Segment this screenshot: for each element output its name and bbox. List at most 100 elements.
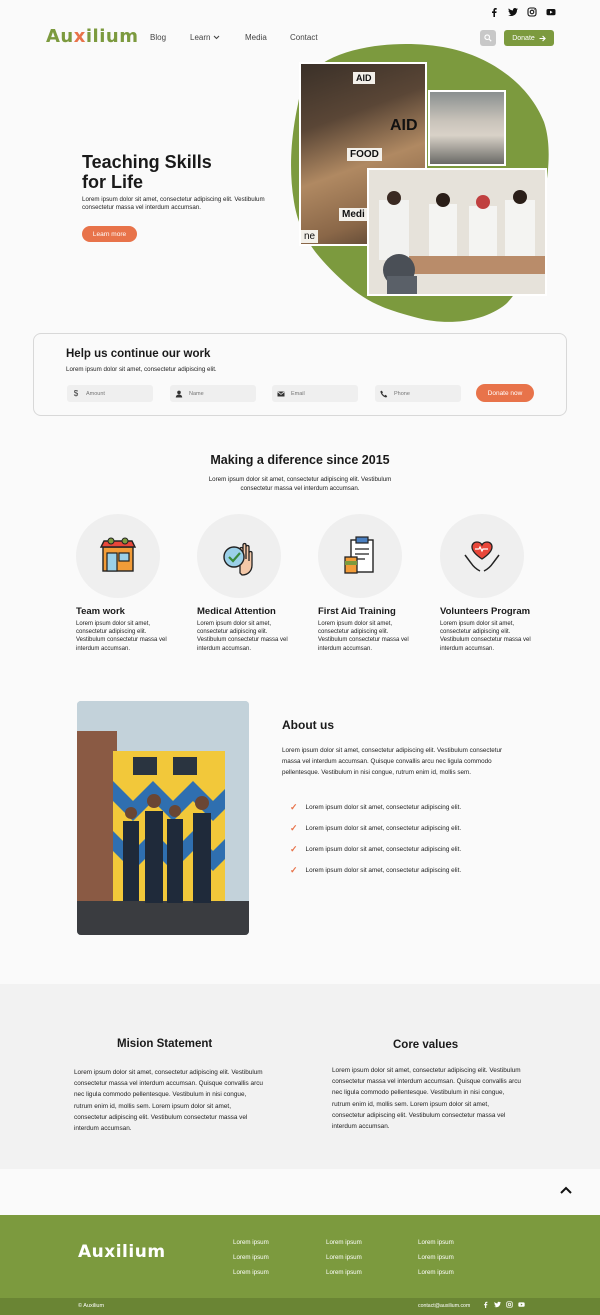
search-icon — [484, 34, 492, 42]
about-photo-ambulance-team — [77, 701, 249, 935]
logo-part: ilium — [115, 1242, 166, 1262]
nav-learn-label: Learn — [190, 33, 211, 42]
nav-learn[interactable]: Learn — [190, 33, 220, 42]
donate-button-label: Donate — [512, 34, 535, 42]
check-list-item: ✓ Lorem ipsum dolor sit amet, consectetur… — [290, 823, 461, 834]
mail-icon — [277, 390, 285, 396]
social-links — [489, 7, 556, 17]
person-icon — [175, 390, 183, 397]
copyright: © Auxilium — [78, 1303, 105, 1309]
phone-field[interactable] — [375, 385, 461, 402]
logo-part: ilium — [85, 26, 139, 47]
footer-link[interactable]: Lorem ipsum — [233, 1254, 269, 1261]
learn-more-button[interactable]: Learn more — [82, 226, 137, 242]
ambulance-illustration — [77, 701, 249, 935]
checkmark-icon: ✓ — [290, 844, 298, 854]
checkmark-icon: ✓ — [290, 823, 298, 833]
mission-title: Mision Statement — [117, 1038, 213, 1050]
about-title: About us — [282, 718, 334, 732]
check-list-item: ✓ Lorem ipsum dolor sit amet, consectetur… — [290, 844, 461, 855]
donation-card-subtitle: Lorem ipsum dolor sit amet, consectetur … — [66, 366, 217, 373]
logo[interactable]: Auxilium — [46, 26, 138, 47]
youtube-icon[interactable] — [546, 7, 556, 17]
about-text: Lorem ipsum dolor sit amet, consectetur … — [282, 747, 503, 776]
facebook-icon[interactable] — [482, 1301, 489, 1308]
check-text: Lorem ipsum dolor sit amet, consectetur … — [305, 867, 462, 874]
heart-hands-icon — [464, 541, 500, 572]
donation-card-title: Help us continue our work — [66, 348, 211, 360]
service-title: Volunteers Program — [440, 606, 531, 617]
storefront-icon — [99, 537, 137, 572]
footer-link[interactable]: Lorem ipsum — [418, 1254, 454, 1261]
instagram-icon[interactable] — [506, 1301, 513, 1308]
logo-part: Au — [46, 26, 74, 47]
email-field[interactable] — [272, 385, 358, 402]
donation-card — [33, 333, 567, 416]
checkmark-icon: ✓ — [290, 802, 298, 812]
footer-link[interactable]: Lorem ipsum — [233, 1239, 269, 1246]
check-text: Lorem ipsum dolor sit amet, consectetur … — [305, 825, 462, 832]
check-list-item: ✓ Lorem ipsum dolor sit amet, consectetur… — [290, 865, 461, 876]
hero-title: Teaching Skills for Life — [82, 152, 212, 192]
footer-link[interactable]: Lorem ipsum — [233, 1269, 269, 1276]
footer-link[interactable]: Lorem ipsum — [418, 1239, 454, 1246]
instagram-icon[interactable] — [527, 7, 537, 17]
hero-photo-volunteers — [428, 90, 506, 166]
clipboard-icon — [344, 536, 374, 574]
service-text: Lorem ipsum dolor sit amet, consectetur … — [318, 621, 409, 652]
service-icon-circle — [197, 514, 281, 598]
dollar-icon: $ — [73, 389, 79, 398]
values-title: Core values — [393, 1039, 459, 1051]
footer-email[interactable]: contact@auxilium.com — [418, 1303, 470, 1309]
box-label: AID — [390, 117, 418, 134]
service-title: First Aid Training — [318, 606, 396, 617]
check-text: Lorem ipsum dolor sit amet, consectetur … — [305, 804, 462, 811]
phone-icon — [380, 390, 388, 397]
logo-x-mark: x — [104, 1242, 116, 1262]
box-label: AID — [353, 72, 375, 84]
donate-now-button[interactable]: Donate now — [476, 384, 534, 402]
logo-x-mark: x — [73, 26, 86, 47]
box-label: ne — [301, 230, 319, 243]
service-icon-circle — [76, 514, 160, 598]
name-field[interactable] — [170, 385, 256, 402]
difference-title: Making a diference since 2015 — [210, 453, 390, 467]
check-text: Lorem ipsum dolor sit amet, consectetur … — [305, 846, 462, 853]
service-text: Lorem ipsum dolor sit amet, consectetur … — [197, 621, 288, 652]
mission-text: Lorem ipsum dolor sit amet, consectetur … — [74, 1069, 263, 1133]
service-title: Medical Attention — [197, 606, 276, 617]
footer-link[interactable]: Lorem ipsum — [326, 1269, 362, 1276]
box-label: FOOD — [347, 148, 382, 161]
service-icon-circle — [440, 514, 524, 598]
nav-media[interactable]: Media — [245, 33, 267, 42]
phone-input[interactable] — [394, 390, 454, 397]
footer-link[interactable]: Lorem ipsum — [326, 1239, 362, 1246]
twitter-icon[interactable] — [494, 1301, 501, 1308]
name-input[interactable] — [189, 390, 249, 397]
footer-social-links — [482, 1301, 525, 1308]
amount-field[interactable]: $ — [67, 385, 153, 402]
scroll-to-top-icon[interactable] — [556, 1180, 576, 1200]
difference-text: Lorem ipsum dolor sit amet, consectetur … — [208, 476, 392, 492]
facebook-icon[interactable] — [489, 7, 499, 17]
box-label: Medi — [339, 208, 368, 221]
nav-contact[interactable]: Contact — [290, 33, 318, 42]
hero-text: Lorem ipsum dolor sit amet, consectetur … — [82, 196, 265, 211]
youtube-icon[interactable] — [518, 1301, 525, 1308]
amount-input[interactable] — [86, 390, 146, 397]
email-input[interactable] — [291, 390, 351, 397]
service-icon-circle — [318, 514, 402, 598]
footer-link[interactable]: Lorem ipsum — [326, 1254, 362, 1261]
hero-photo-team-packing — [367, 168, 547, 296]
hand-checkmark-icon — [223, 542, 253, 576]
footer-link[interactable]: Lorem ipsum — [418, 1269, 454, 1276]
footer-logo[interactable]: Auxilium — [78, 1242, 166, 1262]
service-title: Team work — [76, 606, 125, 617]
nav-blog[interactable]: Blog — [150, 33, 166, 42]
twitter-icon[interactable] — [508, 7, 518, 17]
service-text: Lorem ipsum dolor sit amet, consectetur … — [440, 621, 531, 652]
checkmark-icon: ✓ — [290, 865, 298, 875]
logo-part: Au — [78, 1242, 105, 1262]
arrow-right-icon — [539, 35, 546, 41]
volunteers-illustration — [369, 170, 545, 294]
